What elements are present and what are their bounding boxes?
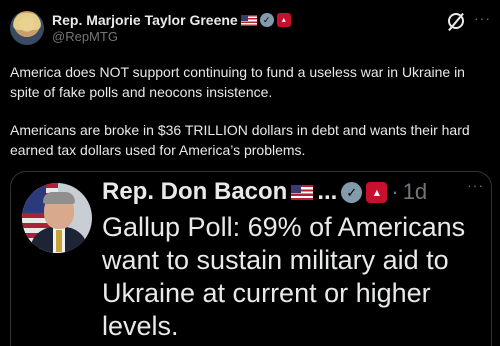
government-badge-icon[interactable]: ▴	[366, 181, 388, 203]
quoted-author-name-row: Rep. Don Bacon ... ✓ ▴ · 1d	[102, 175, 427, 209]
quoted-post-timestamp[interactable]: 1d	[403, 179, 427, 205]
author-display-name[interactable]: Rep. Marjorie Taylor Greene	[52, 12, 238, 28]
grok-icon[interactable]	[448, 13, 464, 29]
verified-badge-icon[interactable]: ✓	[259, 13, 274, 27]
quoted-more-options-icon[interactable]: ···	[467, 177, 484, 193]
quoted-author-display-name[interactable]: Rep. Don Bacon	[102, 178, 287, 206]
post-text-paragraph-2: Americans are broke in $36 TRILLION doll…	[10, 122, 470, 158]
us-flag-icon	[291, 184, 314, 200]
government-badge-icon[interactable]: ▴	[276, 13, 291, 27]
name-truncation-ellipsis: ...	[317, 178, 338, 205]
author-handle[interactable]: @RepMTG	[52, 29, 118, 44]
quoted-post-text: Gallup Poll: 69% of Americans want to su…	[102, 212, 466, 341]
quoted-post-card[interactable]: Rep. Don Bacon ... ✓ ▴ · 1d ··· Gallup P…	[10, 171, 492, 346]
author-avatar[interactable]	[10, 11, 44, 45]
us-flag-icon	[240, 14, 257, 26]
avatar-hair	[43, 192, 75, 204]
avatar-tie	[56, 230, 62, 252]
more-options-icon[interactable]: ···	[474, 10, 491, 26]
post-header: Rep. Marjorie Taylor Greene ✓ ▴ @RepMTG …	[0, 0, 500, 56]
author-name-row: Rep. Marjorie Taylor Greene ✓ ▴	[52, 11, 291, 29]
post-text-paragraph-1: America does NOT support continuing to f…	[10, 64, 465, 100]
quoted-author-avatar[interactable]	[22, 183, 92, 253]
verified-badge-icon[interactable]: ✓	[341, 181, 363, 203]
time-separator: ·	[391, 179, 399, 204]
